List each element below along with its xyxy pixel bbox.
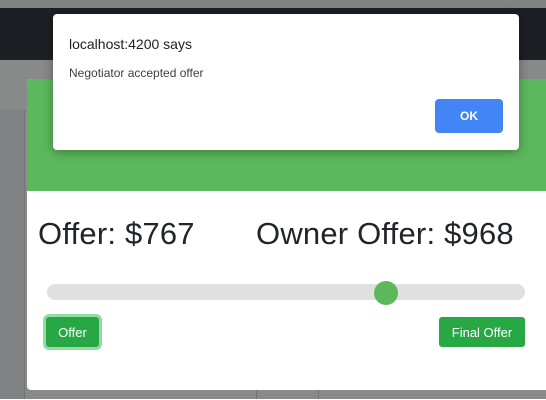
alert-title: localhost:4200 says: [69, 36, 192, 52]
alert-message: Negotiator accepted offer: [69, 66, 204, 80]
alert-dialog: localhost:4200 says Negotiator accepted …: [53, 14, 519, 150]
final-offer-button[interactable]: Final Offer: [439, 317, 525, 347]
offer-slider[interactable]: [47, 281, 525, 305]
offer-button[interactable]: Offer: [46, 317, 99, 347]
slider-handle[interactable]: [374, 281, 399, 305]
offer-amount: Offer: $767: [38, 216, 195, 251]
offer-row: Offer: $767 Owner Offer: $968: [38, 216, 538, 260]
ok-button[interactable]: OK: [435, 99, 503, 133]
owner-offer-amount: Owner Offer: $968: [256, 216, 514, 251]
